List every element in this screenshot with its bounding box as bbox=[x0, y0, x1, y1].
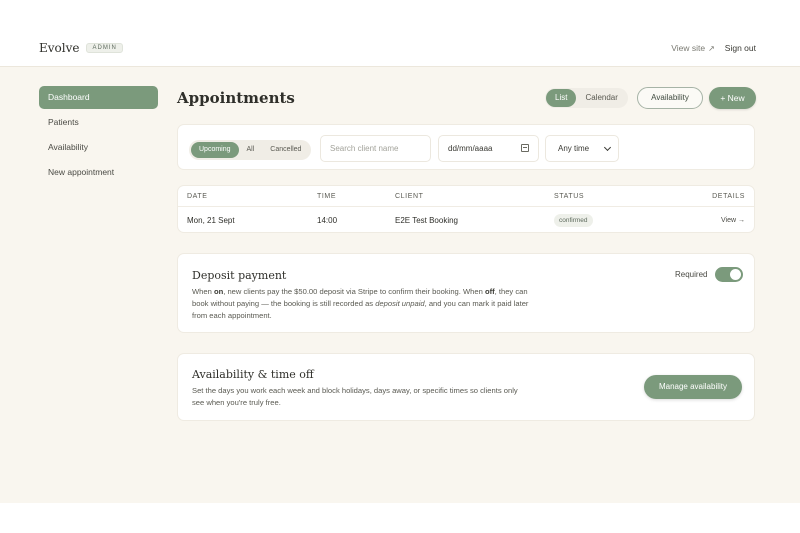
column-details: DETAILS bbox=[712, 193, 745, 200]
search-input[interactable] bbox=[320, 135, 431, 162]
table-row[interactable]: Mon, 21 Sept 14:00 E2E Test Booking conf… bbox=[178, 208, 754, 232]
sidebar-item-new-appointment[interactable]: New appointment bbox=[39, 161, 158, 184]
time-select-value: Any time bbox=[558, 144, 590, 153]
time-select[interactable]: Any time bbox=[545, 135, 619, 162]
date-value: dd/mm/aaaa bbox=[448, 144, 493, 153]
app-body: Dashboard Patients Availability New appo… bbox=[0, 67, 800, 503]
top-bar: Evolve ADMIN View site ↗ Sign out bbox=[0, 0, 800, 67]
manage-availability-button[interactable]: Manage availability bbox=[644, 375, 742, 399]
appointments-table: DATE TIME CLIENT STATUS DETAILS Mon, 21 … bbox=[177, 185, 755, 233]
sidebar-item-patients[interactable]: Patients bbox=[39, 111, 158, 134]
tab-upcoming[interactable]: Upcoming bbox=[191, 142, 239, 158]
column-status: STATUS bbox=[554, 193, 585, 200]
availability-button[interactable]: Availability bbox=[637, 87, 703, 109]
table-header: DATE TIME CLIENT STATUS DETAILS bbox=[178, 186, 754, 207]
required-toggle[interactable] bbox=[715, 267, 743, 282]
filter-bar: Upcoming All Cancelled dd/mm/aaaa Any ti… bbox=[177, 124, 755, 170]
status-badge: confirmed bbox=[554, 214, 593, 227]
admin-badge: ADMIN bbox=[86, 43, 123, 53]
brand[interactable]: Evolve ADMIN bbox=[39, 41, 123, 55]
date-input[interactable]: dd/mm/aaaa bbox=[438, 135, 539, 162]
page-title: Appointments bbox=[177, 89, 295, 107]
tab-cancelled[interactable]: Cancelled bbox=[262, 142, 309, 158]
availability-title: Availability & time off bbox=[192, 368, 314, 381]
deposit-title: Deposit payment bbox=[192, 269, 287, 282]
row-client: E2E Test Booking bbox=[395, 216, 459, 225]
deposit-text-1: When bbox=[192, 287, 214, 296]
new-appointment-button[interactable]: + New bbox=[709, 87, 756, 109]
view-site-link[interactable]: View site ↗ bbox=[671, 43, 715, 53]
deposit-description: When on, new clients pay the $50.00 depo… bbox=[192, 286, 532, 322]
column-date: DATE bbox=[187, 193, 208, 200]
chevron-down-icon bbox=[603, 143, 612, 152]
calendar-icon[interactable] bbox=[521, 144, 529, 152]
calendar-view-button[interactable]: Calendar bbox=[576, 89, 626, 107]
availability-description: Set the days you work each week and bloc… bbox=[192, 386, 518, 407]
deposit-text-em: deposit unpaid bbox=[375, 299, 425, 308]
tab-all[interactable]: All bbox=[239, 142, 263, 158]
column-time: TIME bbox=[317, 193, 337, 200]
deposit-text-off: off bbox=[484, 287, 495, 296]
toggle-knob bbox=[730, 269, 741, 280]
view-toggle: List Calendar bbox=[545, 88, 628, 108]
row-time: 14:00 bbox=[317, 216, 338, 225]
brand-name: Evolve bbox=[39, 41, 80, 55]
status-filter-tabs: Upcoming All Cancelled bbox=[189, 140, 312, 160]
view-details-link[interactable]: View → bbox=[721, 217, 745, 224]
deposit-text-on: on bbox=[213, 287, 224, 296]
availability-card: Availability & time off Set the days you… bbox=[177, 353, 755, 421]
column-client: CLIENT bbox=[395, 193, 424, 200]
row-date: Mon, 21 Sept bbox=[187, 216, 235, 225]
sidebar-item-dashboard[interactable]: Dashboard bbox=[39, 86, 158, 109]
top-links: View site ↗ Sign out bbox=[671, 43, 756, 53]
sidebar-item-availability[interactable]: Availability bbox=[39, 136, 158, 159]
sidebar: Dashboard Patients Availability New appo… bbox=[39, 86, 158, 186]
view-site-label: View site bbox=[671, 43, 706, 53]
deposit-card: Deposit payment When on, new clients pay… bbox=[177, 253, 755, 333]
deposit-text-2: , new clients pay the $50.00 deposit via… bbox=[223, 287, 485, 296]
external-link-icon: ↗ bbox=[708, 43, 715, 53]
sign-out-link[interactable]: Sign out bbox=[725, 43, 756, 53]
list-view-button[interactable]: List bbox=[546, 89, 577, 107]
required-label: Required bbox=[675, 270, 708, 279]
